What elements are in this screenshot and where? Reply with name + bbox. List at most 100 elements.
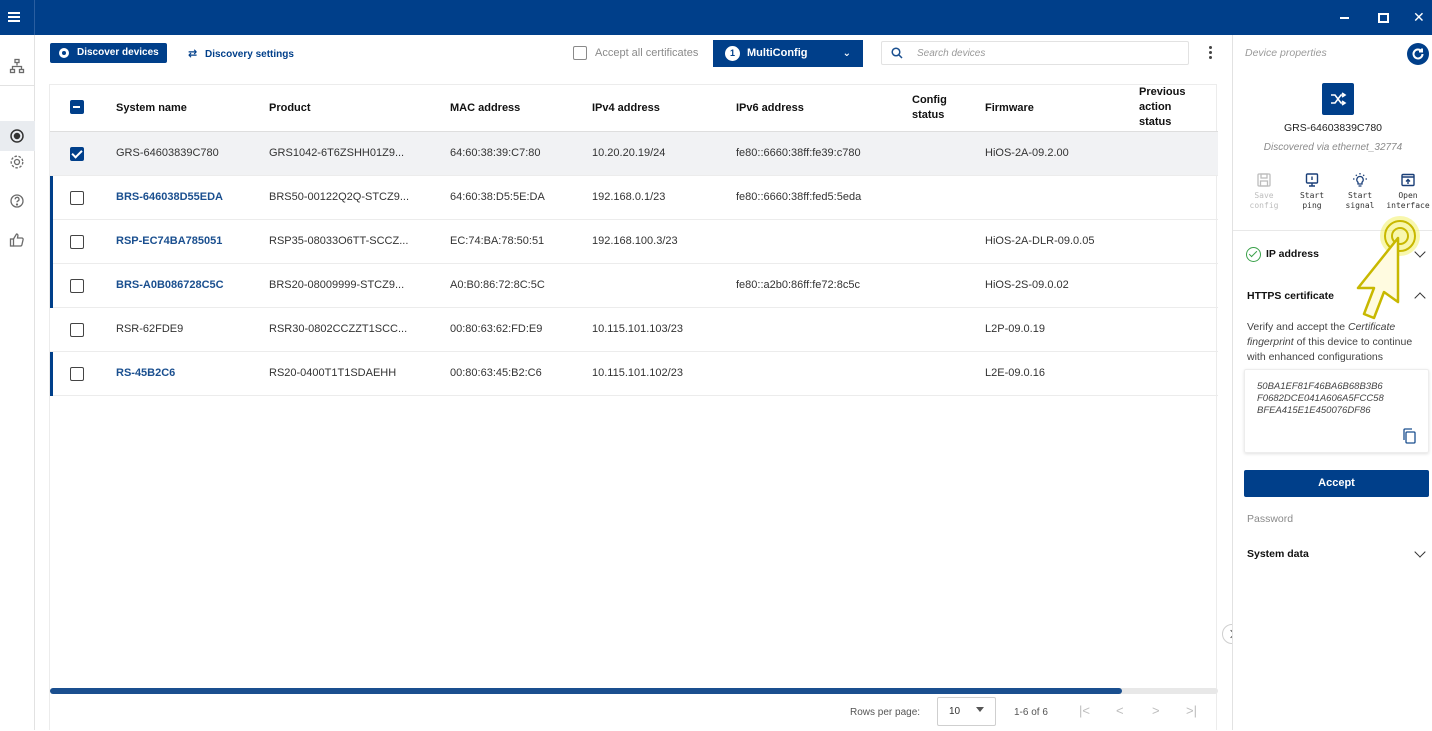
main-toolbar: Discover devices ⇄ Discovery settings Acc… — [35, 35, 1230, 71]
open-interface-icon — [1401, 173, 1415, 187]
cell-product: RSP35-08033O6TT-SCCZ... — [269, 235, 409, 247]
cell-product: RSR30-0802CCZZT1SCC... — [269, 323, 408, 335]
restore-icon[interactable] — [1376, 10, 1390, 24]
col-previous-action-status[interactable]: Previous action status — [1139, 85, 1194, 130]
device-table: System name Product MAC address IPv4 add… — [49, 84, 1218, 730]
col-product[interactable]: Product — [269, 101, 311, 116]
save-config-button[interactable]: Save config — [1242, 172, 1286, 211]
cell-system-name[interactable]: RSP-EC74BA785051 — [116, 235, 222, 247]
device-name: GRS-64603839C780 — [1283, 122, 1383, 134]
cell-firmware: HiOS-2S-09.0.02 — [985, 279, 1069, 291]
rows-per-page-select[interactable]: 10 — [937, 697, 996, 726]
discover-devices-button[interactable]: Discover devices — [50, 43, 167, 63]
cell-firmware: HiOS-2A-09.2.00 — [985, 147, 1069, 159]
start-signal-line1: Start — [1347, 191, 1373, 200]
title-bar: ✕ — [0, 0, 1432, 35]
chevron-down-icon[interactable] — [1414, 546, 1426, 558]
table-row[interactable]: RSR-62FDE9 RSR30-0802CCZZT1SCC... 00:80:… — [50, 308, 1218, 352]
multiconfig-dropdown[interactable]: 1 MultiConfig ⌄ — [713, 40, 863, 67]
start-signal-line2: signal — [1345, 201, 1375, 210]
search-icon — [891, 47, 903, 59]
caret-down-icon — [976, 707, 984, 712]
discovery-settings-label: Discovery settings — [205, 49, 294, 60]
table-row[interactable]: BRS-646038D55EDA BRS50-00122Q2Q-STCZ9...… — [50, 176, 1218, 220]
horizontal-scrollbar[interactable] — [50, 688, 1218, 694]
cell-firmware: HiOS-2A-DLR-09.0.05 — [985, 235, 1095, 247]
row-checkbox[interactable] — [70, 323, 84, 337]
accept-all-certificates-checkbox[interactable] — [573, 46, 587, 60]
row-checkbox[interactable] — [70, 191, 84, 205]
search-input[interactable]: Search devices — [881, 41, 1189, 65]
save-config-line2: config — [1249, 201, 1279, 210]
rows-per-page-label: Rows per page: — [850, 707, 921, 718]
rows-per-page-value: 10 — [949, 706, 961, 717]
close-icon[interactable]: ✕ — [1413, 10, 1427, 24]
fingerprint-text: 50BA1EF81F46BA6B68B3B6 F0682DCE041A606A5… — [1257, 381, 1384, 417]
accept-all-certificates-label: Accept all certificates — [595, 47, 699, 59]
row-checkbox[interactable] — [70, 367, 84, 381]
ip-address-section-header[interactable]: IP address — [1266, 248, 1319, 260]
chevron-up-icon[interactable] — [1414, 292, 1426, 304]
col-config-status[interactable]: Config status — [912, 93, 957, 123]
refresh-icon — [1412, 48, 1424, 60]
check-circle-icon — [1246, 247, 1261, 262]
open-interface-button[interactable]: Open interface — [1386, 172, 1430, 211]
certificate-fingerprint-box: 50BA1EF81F46BA6B68B3B6 F0682DCE041A606A5… — [1244, 369, 1429, 453]
start-signal-button[interactable]: Start signal — [1338, 172, 1382, 211]
feedback-thumbs-up-icon[interactable] — [6, 229, 28, 251]
open-interface-line2: interface — [1386, 201, 1430, 210]
cell-system-name[interactable]: RS-45B2C6 — [116, 367, 175, 379]
cell-ipv4: 10.20.20.19/24 — [592, 147, 666, 159]
col-ipv6-address[interactable]: IPv6 address — [736, 101, 804, 116]
row-checkbox[interactable] — [70, 235, 84, 249]
cell-ipv4: 10.115.101.102/23 — [592, 367, 683, 379]
save-config-line1: Save — [1254, 191, 1274, 200]
next-page-icon[interactable]: > — [1152, 703, 1160, 718]
col-firmware[interactable]: Firmware — [985, 101, 1034, 116]
discover-devices-label: Discover devices — [77, 47, 159, 58]
system-data-section-header[interactable]: System data — [1247, 548, 1309, 560]
more-options-icon[interactable] — [1205, 44, 1215, 62]
network-topology-icon[interactable] — [6, 55, 28, 77]
search-placeholder: Search devices — [917, 48, 986, 59]
rail-divider — [0, 85, 35, 86]
help-icon[interactable] — [6, 190, 28, 212]
row-checkbox[interactable] — [70, 147, 84, 161]
cell-mac: EC:74:BA:78:50:51 — [450, 235, 545, 247]
device-properties-panel: Device properties GRS-64603839C780 Disco… — [1232, 35, 1432, 730]
ping-monitor-icon — [1305, 173, 1319, 187]
cell-firmware: L2E-09.0.16 — [985, 367, 1045, 379]
certificate-instructions: Verify and accept the Certificate finger… — [1247, 320, 1429, 365]
start-ping-button[interactable]: Start ping — [1290, 172, 1334, 211]
discovery-radar-icon[interactable] — [6, 125, 28, 147]
fingerprint-line: 50BA1EF81F46BA6B68B3B6 — [1257, 381, 1383, 392]
table-row[interactable]: BRS-A0B086728C5C BRS20-08009999-STCZ9...… — [50, 264, 1218, 308]
discovery-settings-button[interactable]: ⇄ Discovery settings — [188, 47, 294, 60]
cell-ipv4: 10.115.101.103/23 — [592, 323, 683, 335]
minimize-icon[interactable] — [1339, 10, 1353, 24]
prev-page-icon[interactable]: < — [1116, 703, 1124, 718]
table-row[interactable]: GRS-64603839C780 GRS1042-6T6ZSHH01Z9... … — [50, 132, 1218, 176]
last-page-icon[interactable]: >| — [1186, 703, 1197, 718]
table-row[interactable]: RS-45B2C6 RS20-0400T1T1SDAEHH 00:80:63:4… — [50, 352, 1218, 396]
https-certificate-section-header[interactable]: HTTPS certificate — [1247, 290, 1334, 302]
hamburger-menu-icon[interactable] — [0, 0, 35, 35]
chevron-down-icon[interactable] — [1414, 246, 1426, 258]
settings-gear-icon[interactable] — [6, 151, 28, 173]
col-system-name[interactable]: System name — [116, 101, 187, 116]
cell-system-name[interactable]: BRS-A0B086728C5C — [116, 279, 224, 291]
first-page-icon[interactable]: |< — [1079, 703, 1090, 718]
cell-mac: 00:80:63:45:B2:C6 — [450, 367, 542, 379]
row-accent-bar — [50, 220, 53, 264]
scrollbar-thumb[interactable] — [50, 688, 1122, 694]
cell-system-name[interactable]: BRS-646038D55EDA — [116, 191, 223, 203]
copy-icon[interactable] — [1402, 428, 1416, 444]
col-mac-address[interactable]: MAC address — [450, 101, 520, 116]
table-row[interactable]: RSP-EC74BA785051 RSP35-08033O6TT-SCCZ...… — [50, 220, 1218, 264]
accept-certificate-button[interactable]: Accept — [1244, 470, 1429, 497]
left-nav-rail — [0, 35, 35, 730]
refresh-button[interactable] — [1407, 43, 1429, 65]
select-all-checkbox[interactable] — [70, 100, 84, 114]
col-ipv4-address[interactable]: IPv4 address — [592, 101, 660, 116]
row-checkbox[interactable] — [70, 279, 84, 293]
